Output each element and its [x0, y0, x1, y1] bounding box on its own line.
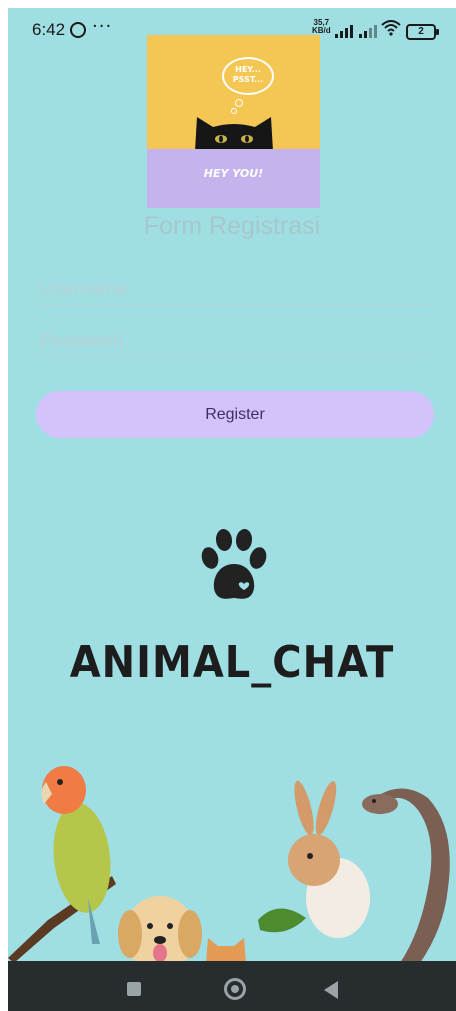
more-notifications-icon: ···: [92, 16, 113, 37]
banner-top: HEY... PSST...: [147, 35, 320, 149]
bubble-text: HEY... PSST...: [232, 65, 264, 84]
battery-icon: 2: [406, 24, 439, 40]
rabbit-icon: [258, 780, 370, 938]
home-icon[interactable]: [224, 978, 246, 1000]
status-time: 6:42: [32, 20, 66, 39]
banner-caption: HEY YOU!: [203, 167, 264, 180]
hey-you-banner: HEY... PSST... HEY YOU!: [147, 35, 320, 208]
recent-apps-icon[interactable]: [127, 982, 141, 996]
system-nav-bar: [8, 961, 456, 1011]
paw-heart-icon: [201, 529, 267, 599]
signal-icon: [359, 24, 381, 38]
username-input[interactable]: [39, 276, 430, 305]
network-speed-unit: KB/d: [312, 26, 331, 35]
snake-icon: [362, 788, 450, 963]
register-button[interactable]: Register: [36, 391, 434, 438]
thought-dot-icon: [235, 99, 243, 107]
dog-icon: [118, 896, 202, 963]
app-name: ANIMAL_CHAT: [69, 638, 395, 688]
back-icon[interactable]: [324, 981, 338, 999]
network-speed: 35,7 KB/d: [312, 19, 331, 35]
app-screen: 6:42 ··· 35,7 KB/d 2 HEY... PSST... HEY …: [8, 8, 456, 1011]
form-title: Form Registrasi: [143, 212, 321, 240]
cat-icon: [206, 938, 246, 963]
password-input[interactable]: [39, 328, 430, 357]
animals-illustration: [8, 766, 450, 963]
signal-icon: [335, 24, 357, 38]
wifi-icon: [381, 20, 401, 41]
peeking-cat-icon: [195, 117, 273, 149]
whatsapp-icon: [70, 22, 86, 38]
